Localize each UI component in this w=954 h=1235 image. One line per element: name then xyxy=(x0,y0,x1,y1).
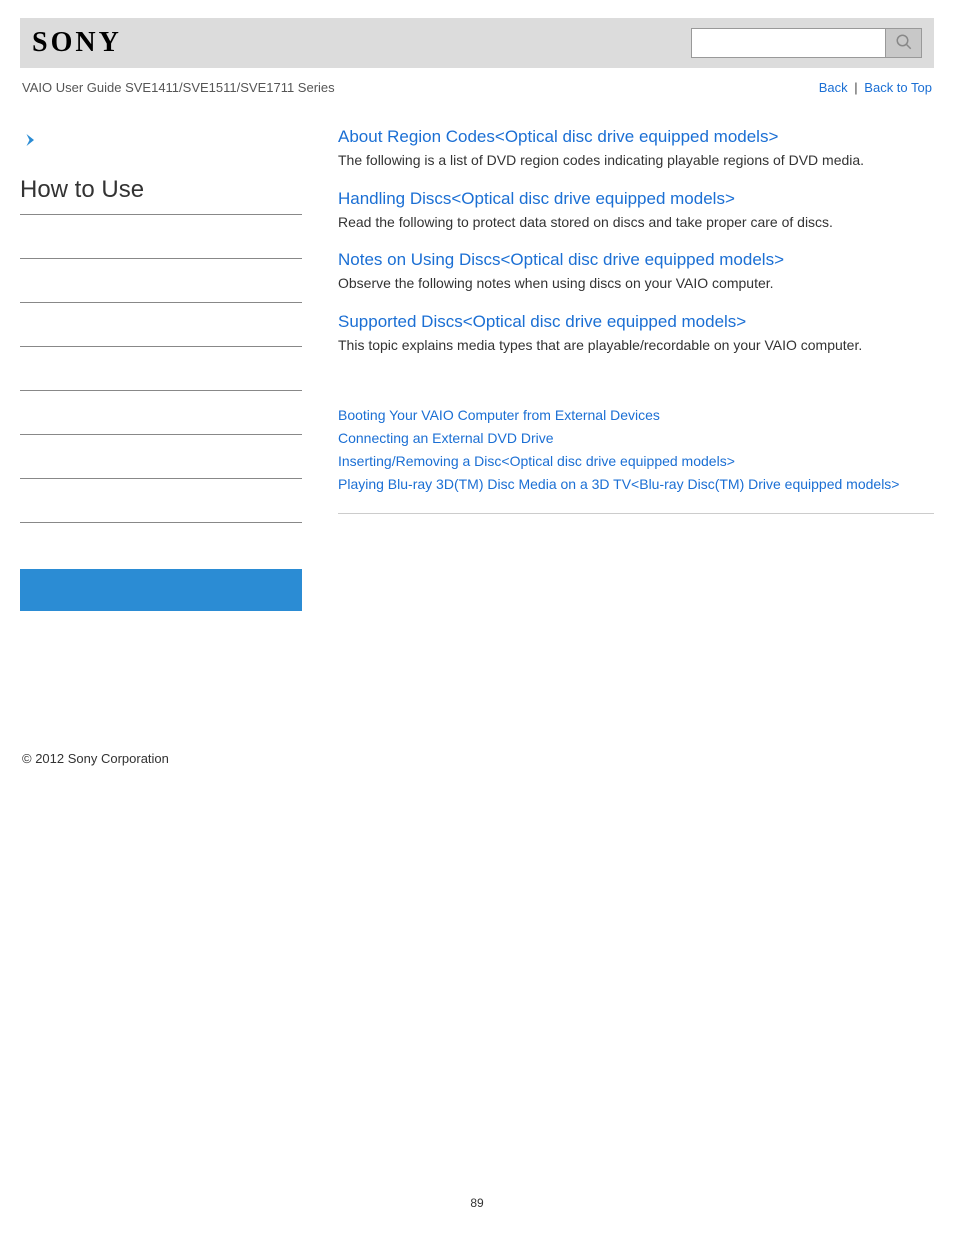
footer: © 2012 Sony Corporation xyxy=(20,751,934,766)
sidebar-item[interactable] xyxy=(20,479,302,523)
sidebar: How to Use xyxy=(20,127,320,611)
page-number: 89 xyxy=(20,1196,934,1230)
topic-title-link[interactable]: Notes on Using Discs<Optical disc drive … xyxy=(338,250,784,270)
related-link[interactable]: Connecting an External DVD Drive xyxy=(338,428,934,449)
topic-desc: Read the following to protect data store… xyxy=(338,213,934,233)
sidebar-item[interactable] xyxy=(20,303,302,347)
guide-title: VAIO User Guide SVE1411/SVE1511/SVE1711 … xyxy=(22,80,335,95)
nav-links: Back | Back to Top xyxy=(819,80,932,95)
search-input[interactable] xyxy=(691,28,886,58)
content-divider xyxy=(338,513,934,514)
sidebar-item[interactable] xyxy=(20,215,302,259)
sidebar-item[interactable] xyxy=(20,435,302,479)
search-button[interactable] xyxy=(886,28,922,58)
main-area: How to Use About Region Codes<Optical di… xyxy=(20,99,934,611)
topic-desc: This topic explains media types that are… xyxy=(338,336,934,356)
separator: | xyxy=(854,80,857,95)
search-icon xyxy=(895,33,913,54)
topic-title-link[interactable]: Supported Discs<Optical disc drive equip… xyxy=(338,312,746,332)
related-link[interactable]: Booting Your VAIO Computer from External… xyxy=(338,405,934,426)
topic-title-link[interactable]: About Region Codes<Optical disc drive eq… xyxy=(338,127,778,147)
copyright: © 2012 Sony Corporation xyxy=(22,751,169,766)
topic: About Region Codes<Optical disc drive eq… xyxy=(338,127,934,171)
search-area xyxy=(691,28,922,58)
sidebar-title: How to Use xyxy=(20,170,302,215)
sony-logo: SONY xyxy=(32,27,122,59)
back-to-top-link[interactable]: Back to Top xyxy=(864,80,932,95)
topic-title-link[interactable]: Handling Discs<Optical disc drive equipp… xyxy=(338,189,735,209)
sidebar-highlight[interactable] xyxy=(20,569,302,611)
content: About Region Codes<Optical disc drive eq… xyxy=(320,127,934,611)
topic: Notes on Using Discs<Optical disc drive … xyxy=(338,250,934,294)
related-link[interactable]: Playing Blu-ray 3D(TM) Disc Media on a 3… xyxy=(338,474,934,495)
related-link[interactable]: Inserting/Removing a Disc<Optical disc d… xyxy=(338,451,934,472)
sub-header: VAIO User Guide SVE1411/SVE1511/SVE1711 … xyxy=(20,68,934,99)
topic-desc: Observe the following notes when using d… xyxy=(338,274,934,294)
sidebar-item[interactable] xyxy=(20,259,302,303)
sidebar-item[interactable] xyxy=(20,391,302,435)
related-links: Booting Your VAIO Computer from External… xyxy=(338,405,934,495)
chevron-right-icon[interactable] xyxy=(22,131,302,152)
topic-desc: The following is a list of DVD region co… xyxy=(338,151,934,171)
topic: Handling Discs<Optical disc drive equipp… xyxy=(338,189,934,233)
sidebar-item[interactable] xyxy=(20,347,302,391)
back-link[interactable]: Back xyxy=(819,80,848,95)
topic: Supported Discs<Optical disc drive equip… xyxy=(338,312,934,356)
header-bar: SONY xyxy=(20,18,934,68)
